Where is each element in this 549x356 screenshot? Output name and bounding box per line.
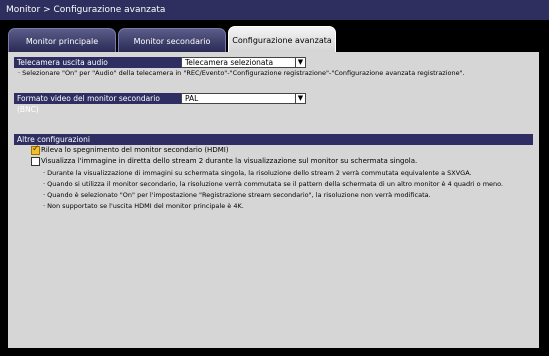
stream2-note: · Quando si utilizza il monitor secondar…	[43, 180, 504, 188]
dropdown-arrow-icon[interactable]: ▼	[295, 94, 305, 103]
tab-monitor-secondario[interactable]: Monitor secondario	[118, 28, 226, 52]
audio-camera-label: Telecamera uscita audio	[14, 57, 183, 68]
checkmark-icon: ✓	[32, 144, 40, 154]
video-format-label: Formato video del monitor secondario (BN…	[14, 93, 183, 114]
tab-bar: Monitor principale Monitor secondario Co…	[8, 26, 338, 52]
stream2-label: Visualizza l'immagine in diretta dello s…	[41, 157, 418, 165]
stream2-checkbox[interactable]	[31, 157, 40, 166]
video-format-select[interactable]: PAL ▼	[181, 93, 306, 104]
hdmi-off-checkbox[interactable]: ✓	[31, 144, 40, 155]
dropdown-arrow-icon[interactable]: ▼	[295, 58, 305, 67]
other-config-header: Altre configurazioni	[14, 134, 533, 145]
hdmi-off-label: Rileva lo spegnimento del monitor second…	[41, 146, 229, 154]
video-format-value: PAL	[185, 94, 199, 103]
stream2-note: · Quando è selezionato "On" per l'impost…	[43, 191, 431, 199]
settings-frame: Monitor principale Monitor secondario Co…	[0, 20, 549, 356]
settings-panel: Telecamera uscita audio Telecamera selez…	[8, 52, 539, 348]
audio-camera-note: · Selezionare "On" per "Audio" della tel…	[18, 69, 465, 77]
window-title: Monitor > Configurazione avanzata	[0, 0, 549, 20]
audio-camera-value: Telecamera selezionata	[185, 58, 274, 67]
tab-monitor-principale[interactable]: Monitor principale	[8, 28, 116, 52]
tab-configurazione-avanzata[interactable]: Configurazione avanzata	[228, 26, 336, 52]
audio-camera-select[interactable]: Telecamera selezionata ▼	[181, 57, 306, 68]
stream2-note: · Non supportato se l'uscita HDMI del mo…	[43, 202, 244, 210]
stream2-note: · Durante la visualizzazione di immagini…	[43, 169, 472, 177]
